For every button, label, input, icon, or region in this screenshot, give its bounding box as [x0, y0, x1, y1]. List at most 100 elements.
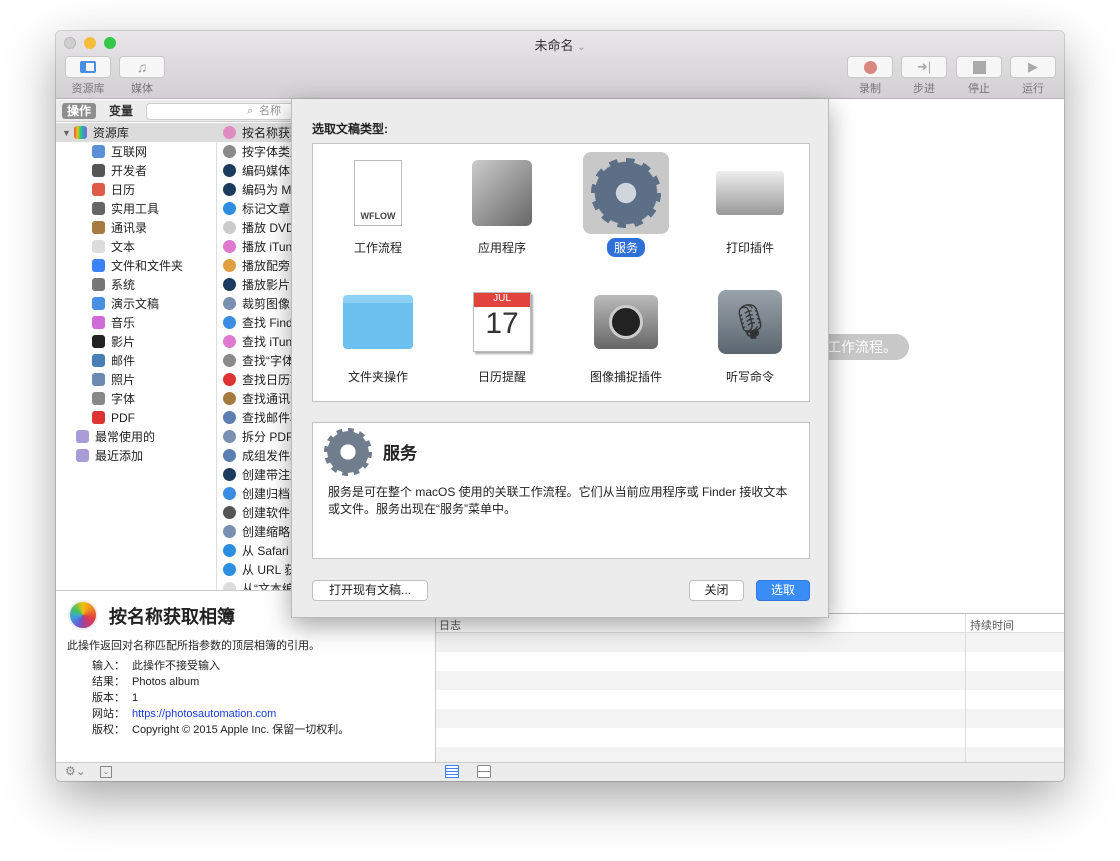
info-title: 服务 — [383, 444, 417, 463]
document-type-option[interactable]: 应用程序 — [440, 144, 564, 273]
category-label: 开发者 — [111, 164, 148, 178]
media-button[interactable]: ♫ — [119, 56, 165, 78]
workflow-hint: 工作流程。 — [815, 334, 909, 360]
tree-item-category[interactable]: 系统 — [56, 275, 216, 294]
category-icon — [92, 278, 105, 291]
choose-button[interactable]: 选取 — [756, 580, 810, 601]
tree-item-category[interactable]: 演示文稿 — [56, 294, 216, 313]
category-label: 系统 — [111, 278, 136, 292]
smart-folder-icon — [76, 449, 89, 462]
column-header-duration[interactable]: 持续时间 — [970, 617, 1014, 633]
action-icon — [223, 563, 236, 576]
split-view-icon[interactable] — [477, 765, 491, 778]
tree-item-category[interactable]: 开发者 — [56, 161, 216, 180]
category-label: 实用工具 — [111, 202, 160, 216]
record-label: 录制 — [859, 83, 881, 95]
library-button[interactable] — [65, 56, 111, 78]
tree-item-category[interactable]: PDF — [56, 408, 216, 427]
run-icon: ▶ — [1028, 59, 1038, 74]
run-button[interactable]: ▶ — [1010, 56, 1056, 78]
description-field: 版权： Copyright © 2015 Apple Inc. 保留一切权利。 — [92, 722, 349, 738]
tree-item-category[interactable]: 文件和文件夹 — [56, 256, 216, 275]
category-icon — [92, 297, 105, 310]
category-icon — [92, 221, 105, 234]
document-type-option[interactable]: 服务 — [564, 144, 688, 273]
workflow-file-icon: WFLOW — [354, 160, 402, 226]
field-key: 网站： — [92, 708, 125, 720]
category-icon — [92, 335, 105, 348]
gear-menu-icon[interactable]: ⚙⌄ — [65, 764, 86, 778]
action-icon — [223, 183, 236, 196]
tree-item-category[interactable]: 文本 — [56, 237, 216, 256]
document-type-option[interactable]: 文件夹操作 — [316, 273, 440, 402]
tab-variables[interactable]: 变量 — [104, 103, 138, 119]
tab-actions[interactable]: 操作 — [62, 103, 97, 119]
description-field: 结果： Photos album — [92, 674, 349, 690]
category-icon — [92, 259, 105, 272]
library-icon — [73, 126, 87, 139]
log-table: 日志 持续时间 — [435, 613, 1064, 763]
close-button[interactable]: 关闭 — [689, 580, 744, 601]
category-icon — [92, 164, 105, 177]
choose-document-type-sheet: 选取文稿类型: WFLOW 工作流程 应用程序 服务 打印插件 文件夹操作 JUL 17 日历提… — [291, 99, 829, 618]
action-label: 从 URL 获 — [242, 563, 297, 577]
field-key: 输入： — [92, 660, 125, 672]
list-view-icon[interactable] — [445, 765, 459, 778]
tree-item-most-used[interactable]: 最常使用的 — [56, 427, 216, 446]
tree-item-category[interactable]: 互联网 — [56, 142, 216, 161]
action-icon — [223, 468, 236, 481]
column-header-log[interactable]: 日志 — [439, 617, 461, 633]
stop-button[interactable] — [956, 56, 1002, 78]
website-link[interactable]: https://photosautomation.com — [132, 708, 276, 720]
disclosure-triangle-icon: ▼ — [62, 127, 71, 138]
category-icon — [92, 183, 105, 196]
field-key: 版权： — [92, 724, 125, 736]
action-icon — [223, 297, 236, 310]
document-type-option[interactable]: 打印插件 — [688, 144, 812, 273]
sidebar-icon — [80, 61, 96, 73]
category-icon — [92, 354, 105, 367]
action-icon — [223, 316, 236, 329]
document-type-label: 打印插件 — [725, 241, 774, 255]
info-text: 服务是可在整个 macOS 使用的关联工作流程。它们从当前应用程序或 Finde… — [328, 485, 788, 516]
tree-item-category[interactable]: 邮件 — [56, 351, 216, 370]
action-icon — [223, 278, 236, 291]
tree-item-category[interactable]: 实用工具 — [56, 199, 216, 218]
field-key: 版本： — [92, 692, 125, 704]
category-label: 日历 — [111, 183, 136, 197]
window-title[interactable]: 未命名 ⌄ — [56, 35, 1064, 54]
document-type-option[interactable]: 图像捕捉插件 — [564, 273, 688, 402]
record-button[interactable] — [847, 56, 893, 78]
run-label: 运行 — [1022, 83, 1044, 95]
tree-item-category[interactable]: 照片 — [56, 370, 216, 389]
category-label: 照片 — [111, 373, 136, 387]
action-icon — [223, 430, 236, 443]
field-key: 结果： — [92, 676, 125, 688]
tree-item-category[interactable]: 音乐 — [56, 313, 216, 332]
tree-item-category[interactable]: 通讯录 — [56, 218, 216, 237]
category-label: PDF — [111, 410, 135, 425]
toggle-description-icon[interactable]: ⌄ — [100, 766, 112, 778]
tree-item-category[interactable]: 日历 — [56, 180, 216, 199]
gear-service-icon — [324, 428, 372, 476]
action-icon — [223, 335, 236, 348]
document-type-label: 日历提醒 — [477, 370, 526, 384]
category-icon — [92, 145, 105, 158]
action-icon — [223, 506, 236, 519]
document-type-option[interactable]: JUL 17 日历提醒 — [440, 273, 564, 402]
action-icon — [223, 221, 236, 234]
search-input[interactable]: ⌕ 名称 — [146, 103, 296, 120]
action-icon — [223, 449, 236, 462]
document-type-label: 听写命令 — [725, 370, 774, 384]
tree-item-category[interactable]: 影片 — [56, 332, 216, 351]
category-label: 邮件 — [111, 354, 136, 368]
tree-item-category[interactable]: 字体 — [56, 389, 216, 408]
document-type-option[interactable]: WFLOW 工作流程 — [316, 144, 440, 273]
tree-item-library[interactable]: ▼ 资源库 — [56, 123, 216, 142]
document-type-option[interactable]: 🎙 听写命令 — [688, 273, 812, 402]
tree-item-recently-added[interactable]: 最近添加 — [56, 446, 216, 465]
category-label: 互联网 — [111, 145, 148, 159]
open-existing-button[interactable]: 打开现有文稿... — [312, 580, 428, 601]
microphone-icon: 🎙 — [718, 290, 782, 354]
step-button[interactable]: ➜| — [901, 56, 947, 78]
